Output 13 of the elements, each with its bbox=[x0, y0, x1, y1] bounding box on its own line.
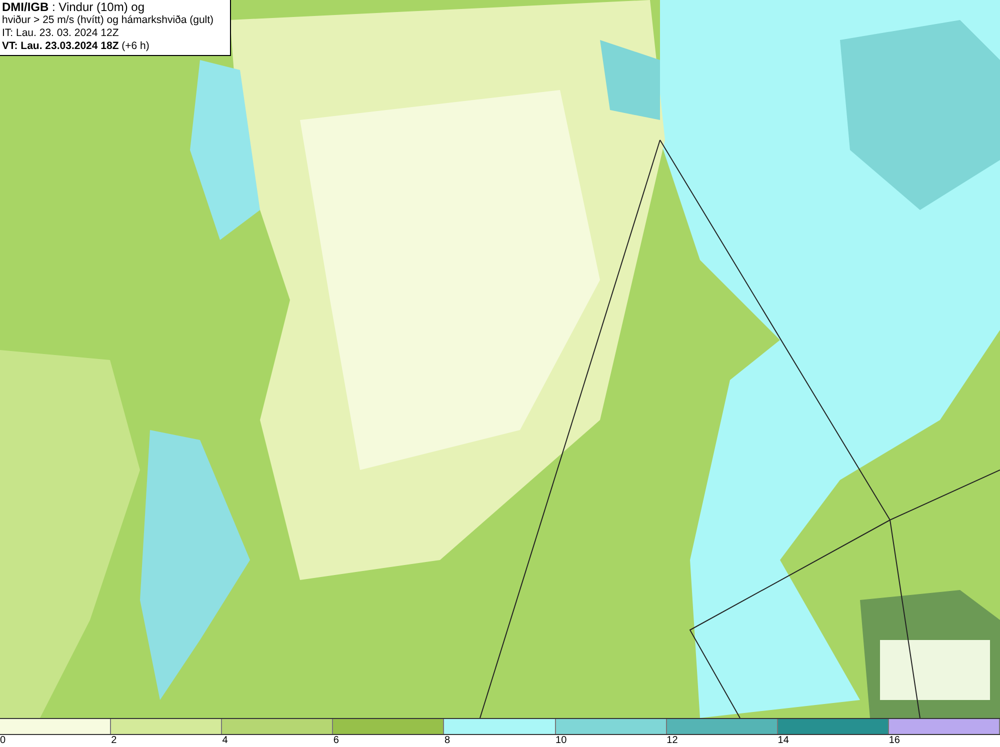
legend-label: 16 bbox=[888, 735, 900, 747]
title-line: DMI/IGB : Vindur (10m) og bbox=[2, 1, 146, 14]
legend-label: 8 bbox=[444, 735, 450, 747]
legend-label: 0 bbox=[0, 735, 6, 747]
legend-label: 6 bbox=[333, 735, 339, 747]
legend-label: 12 bbox=[666, 735, 678, 747]
legend-label: 4 bbox=[222, 735, 228, 747]
title-line: VT: Lau. 23.03.2024 18Z (+6 h) bbox=[2, 40, 150, 53]
title-line: hviður > 25 m/s (hvítt) og hámarkshviða (gult) bbox=[2, 14, 215, 27]
title-line: IT: Lau. 23. 03. 2024 12Z bbox=[2, 27, 120, 40]
legend-label: 10 bbox=[556, 735, 567, 747]
legend-label: 2 bbox=[111, 735, 117, 747]
legend-label: 14 bbox=[778, 735, 789, 747]
